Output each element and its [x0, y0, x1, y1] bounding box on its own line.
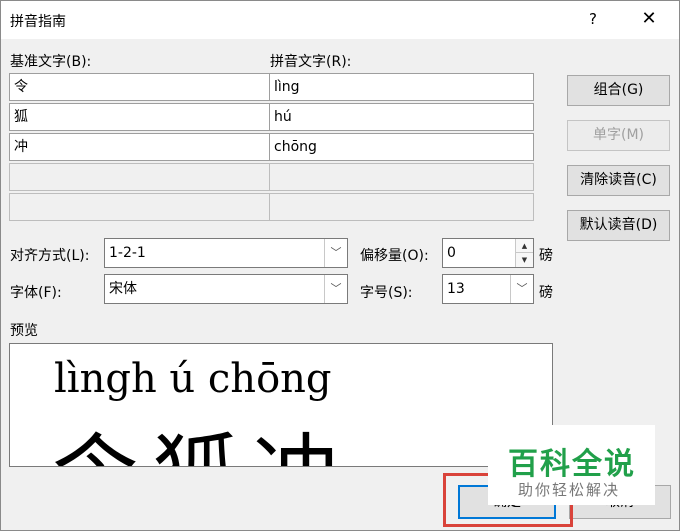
combine-button[interactable]: 组合(G) [567, 75, 670, 106]
pinyin-text-field-1[interactable]: lìng [269, 73, 534, 101]
preview-label: 预览 [10, 323, 38, 339]
size-value: 13 [447, 281, 465, 297]
base-text-label: 基准文字(B): [10, 54, 92, 70]
spin-down-icon[interactable]: ▼ [515, 253, 533, 267]
alignment-label: 对齐方式(L): [10, 248, 90, 264]
pinyin-text-field-2[interactable]: hú [269, 103, 534, 131]
size-select[interactable]: 13 ﹀ [442, 274, 534, 304]
single-char-button: 单字(M) [567, 120, 670, 151]
title-bar: 拼音指南 ? ✕ [1, 1, 679, 39]
offset-spinner[interactable]: 0 ▲ ▼ [442, 238, 534, 268]
chevron-down-icon[interactable]: ﹀ [324, 239, 347, 267]
base-text-field-5 [9, 193, 270, 221]
default-reading-button[interactable]: 默认读音(D) [567, 210, 670, 241]
chevron-down-icon[interactable]: ﹀ [510, 275, 533, 303]
offset-unit: 磅 [539, 248, 553, 264]
clear-reading-button[interactable]: 清除读音(C) [567, 165, 670, 196]
watermark: 百科全说 助你轻松解决 [488, 425, 655, 505]
watermark-title: 百科全说 [508, 447, 636, 482]
size-label: 字号(S): [360, 285, 413, 301]
font-label: 字体(F): [10, 285, 62, 301]
font-value: 宋体 [109, 281, 137, 297]
preview-characters: 令狐冲 [52, 404, 352, 466]
alignment-value: 1-2-1 [109, 245, 146, 261]
pinyin-text-label: 拼音文字(R): [270, 54, 352, 70]
alignment-select[interactable]: 1-2-1 ﹀ [104, 238, 348, 268]
pinyin-text-field-5 [269, 193, 534, 221]
pinyin-text-field-4 [269, 163, 534, 191]
size-unit: 磅 [539, 285, 553, 301]
spin-up-icon[interactable]: ▲ [515, 239, 533, 253]
offset-value: 0 [447, 245, 456, 261]
pinyin-guide-dialog: 拼音指南 ? ✕ 基准文字(B): 拼音文字(R): 令 lìng 狐 hú 冲… [0, 0, 680, 531]
base-text-field-2[interactable]: 狐 [9, 103, 270, 131]
pinyin-text-field-3[interactable]: chōng [269, 133, 534, 161]
watermark-subtitle: 助你轻松解决 [518, 481, 621, 499]
close-button[interactable]: ✕ [637, 7, 661, 31]
base-text-field-1[interactable]: 令 [9, 73, 270, 101]
dialog-title: 拼音指南 [10, 14, 66, 30]
font-select[interactable]: 宋体 ﹀ [104, 274, 348, 304]
base-text-field-4 [9, 163, 270, 191]
preview-pinyin: lìngh ú chōng [54, 356, 332, 402]
help-button[interactable]: ? [581, 7, 605, 31]
base-text-field-3[interactable]: 冲 [9, 133, 270, 161]
offset-label: 偏移量(O): [360, 248, 429, 264]
chevron-down-icon[interactable]: ﹀ [324, 275, 347, 303]
preview-box: lìngh ú chōng 令狐冲 [9, 343, 553, 467]
